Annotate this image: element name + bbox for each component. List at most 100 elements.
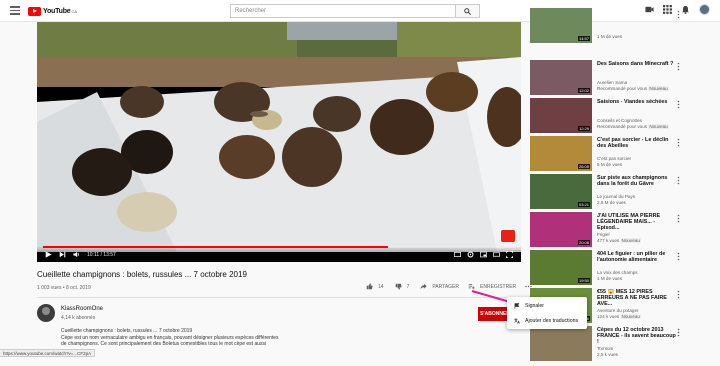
video-duration: 26:05 <box>577 164 590 169</box>
recommended-video[interactable]: Cèpes du 12 octobre 2013 FRANCE - ils sa… <box>530 326 690 366</box>
recommended-video[interactable]: 20:08 J'AI UTILISÉ MA PIERRE LÉGENDAIRE M… <box>530 212 690 252</box>
video-title: Cueillette champignons : bolets, russule… <box>37 270 247 279</box>
recommended-video[interactable]: 26:05 C'est pas sorcier - Le déclin des A… <box>530 136 690 176</box>
recommended-title[interactable]: J'AI UTILISÉ MA PIERRE LÉGENDAIRE MAIS..… <box>597 213 677 232</box>
video-thumbnail[interactable] <box>530 326 592 361</box>
more-options-icon[interactable] <box>677 138 680 147</box>
menu-item-add-translations[interactable]: Ajouter des traductions <box>507 314 587 327</box>
channel-watermark[interactable] <box>501 230 515 242</box>
recommended-channel[interactable]: Frigiel <box>597 232 677 237</box>
user-avatar[interactable] <box>699 4 710 15</box>
recommended-title[interactable]: Saisions - Viandes séchées <box>597 99 677 105</box>
video-thumbnail[interactable]: 20:08 <box>530 212 592 247</box>
captions-icon[interactable] <box>454 251 461 258</box>
recommended-title[interactable]: Cèpes du 12 octobre 2013 FRANCE - ils sa… <box>597 327 677 346</box>
video-thumbnail[interactable]: 26:05 <box>530 136 592 171</box>
recommended-video[interactable]: 12:02 Des Saisons dans Minecraft ? Aurelie… <box>530 60 690 100</box>
more-options-icon[interactable] <box>677 100 680 109</box>
more-options-icon[interactable] <box>677 10 680 19</box>
recommended-meta: 1 M de vues <box>597 34 677 39</box>
recommended-meta-text: Recommandé pour vous <box>597 86 648 91</box>
theater-icon[interactable] <box>493 251 500 258</box>
video-description: Cueillette champignons : bolets, russule… <box>61 328 306 348</box>
recommended-channel[interactable]: Aurelien Sama <box>597 80 677 85</box>
miniplayer-icon[interactable] <box>480 251 487 258</box>
recommended-channel[interactable]: La voix des champs <box>597 270 677 275</box>
new-badge: Nouveau <box>648 86 669 91</box>
recommended-meta: 2,6 M de vues <box>597 200 677 205</box>
recommended-channel[interactable]: Aventure du potager <box>597 308 677 313</box>
youtube-logo[interactable]: YouTube CA <box>28 5 77 17</box>
recommended-video[interactable]: 12:29 Saisions - Viandes séchées Conseils … <box>530 98 690 138</box>
menu-item-report[interactable]: Signaler <box>507 299 587 312</box>
recommended-meta-text: 1 M de vues <box>597 276 623 281</box>
menu-item-label: Signaler <box>525 302 545 309</box>
more-options-icon[interactable] <box>677 252 680 261</box>
recommended-meta-text: 2,5 k vues <box>597 352 618 357</box>
like-count: 14 <box>378 283 384 290</box>
recommended-meta-text: 477 k vues <box>597 238 620 243</box>
video-thumbnail[interactable]: 12:29 <box>530 98 592 133</box>
recommended-title[interactable]: Des Saisons dans Minecraft ? <box>597 61 677 67</box>
dislike-icon[interactable] <box>395 283 402 290</box>
recommended-meta-text: 1 M de vues <box>597 34 623 39</box>
menu-icon[interactable] <box>10 6 20 15</box>
status-url: https://www.youtube.com/watch?v=...CF2pA <box>0 349 96 357</box>
recommended-channel[interactable]: Tomtom <box>597 346 677 351</box>
subscriber-count: 4,14 k abonnés <box>61 315 96 321</box>
video-thumbnail[interactable]: 03:21 <box>530 174 592 209</box>
more-options-icon[interactable] <box>677 176 680 185</box>
video-thumbnail[interactable]: 19:50 <box>530 250 592 285</box>
channel-avatar[interactable] <box>37 304 55 322</box>
channel-name[interactable]: KlassRoomOne <box>61 306 103 312</box>
progress-fill <box>43 246 388 248</box>
flag-icon <box>514 302 520 309</box>
more-options-icon[interactable] <box>677 290 680 299</box>
recommended-meta: Recommandé pour vous Nouveau <box>597 124 677 129</box>
translate-icon <box>514 317 520 324</box>
recommended-meta-text: 2,6 M de vues <box>597 200 626 205</box>
recommended-video[interactable]: 03:21 Sur piste aux champignons dans la f… <box>530 174 690 214</box>
share-label[interactable]: PARTAGER <box>432 284 459 290</box>
fullscreen-icon[interactable] <box>506 251 513 258</box>
search-input[interactable]: Rechercher <box>230 4 456 18</box>
recommended-meta: Recommandé pour vous Nouveau <box>597 86 677 91</box>
recommended-meta: 124 k vues Nouveau <box>597 314 677 319</box>
recommended-channel[interactable]: C'est pas sorcier <box>597 156 677 161</box>
recommended-video[interactable]: 14:57 1 M de vues <box>530 8 690 48</box>
more-options-icon[interactable] <box>677 62 680 71</box>
video-player[interactable]: 10:11 / 13:57 <box>37 22 521 262</box>
recommended-title[interactable]: €55 😱 MES 12 PIRES ERREURS A NE PAS FAIR… <box>597 289 677 308</box>
like-icon[interactable] <box>366 283 373 290</box>
video-thumbnail[interactable]: 12:02 <box>530 60 592 95</box>
play-icon[interactable] <box>45 251 52 258</box>
more-options-icon[interactable] <box>677 328 680 337</box>
video-duration: 12:29 <box>577 126 590 131</box>
recommended-meta-text: 5 M de vues <box>597 162 623 167</box>
share-icon[interactable] <box>420 283 427 290</box>
recommended-title[interactable]: Sur piste aux champignons dans la forêt … <box>597 175 677 187</box>
video-duration: 12:02 <box>577 88 590 93</box>
dislike-count: 7 <box>406 283 410 290</box>
video-duration: 03:21 <box>577 202 590 207</box>
video-frame <box>37 22 521 252</box>
recommended-meta: 477 k vues Nouveau <box>597 238 677 243</box>
new-badge: Nouveau <box>620 238 641 243</box>
next-icon[interactable] <box>59 251 66 258</box>
recommended-channel[interactable]: Le journal du Pays <box>597 194 677 199</box>
logo-text: YouTube <box>43 7 71 15</box>
search-button[interactable] <box>456 4 480 18</box>
recommended-video[interactable]: 19:50 404 Le figuier : un pilier de l'aut… <box>530 250 690 290</box>
recommended-title[interactable]: 404 Le figuier : un pilier de l'autonomi… <box>597 251 677 263</box>
settings-icon[interactable] <box>467 251 474 258</box>
recommended-title[interactable]: C'est pas sorcier - Le déclin des Abeill… <box>597 137 677 149</box>
new-badge: Nouveau <box>620 314 641 319</box>
volume-icon[interactable] <box>73 251 80 258</box>
recommended-channel[interactable]: Conseils et Cognottes <box>597 118 677 123</box>
time-display: 10:11 / 13:57 <box>87 251 116 258</box>
player-controls: 10:11 / 13:57 <box>37 246 521 262</box>
more-options-icon[interactable] <box>677 214 680 223</box>
video-thumbnail[interactable]: 14:57 <box>530 8 592 43</box>
video-duration: 20:08 <box>577 240 590 245</box>
progress-bar[interactable] <box>43 246 515 248</box>
